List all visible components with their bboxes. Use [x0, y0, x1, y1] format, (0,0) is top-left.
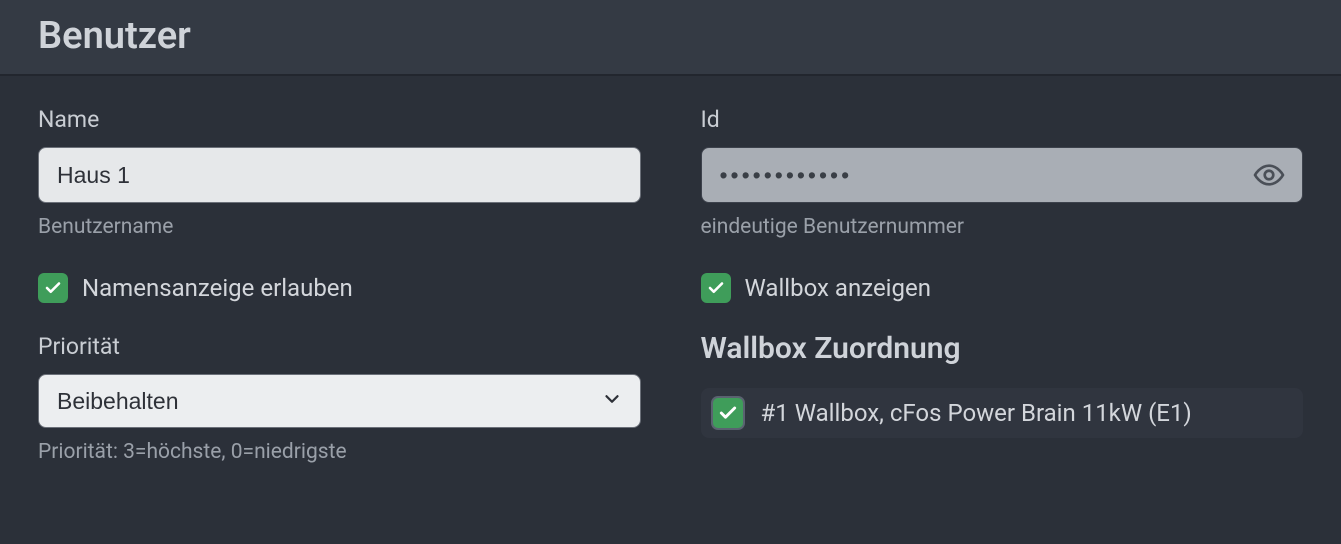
- id-input[interactable]: [701, 147, 1304, 203]
- id-helper: eindeutige Benutzernummer: [701, 215, 1304, 239]
- show-wallbox-row: Wallbox anzeigen: [701, 273, 1304, 303]
- id-input-wrap: [701, 147, 1304, 203]
- name-helper: Benutzername: [38, 215, 641, 239]
- priority-select-wrap: Beibehalten: [38, 374, 641, 428]
- show-wallbox-checkbox[interactable]: [701, 273, 731, 303]
- reveal-id-button[interactable]: [1249, 155, 1289, 195]
- left-column: Name Benutzername Namensanzeige erlauben…: [38, 106, 641, 464]
- wallbox-assignment-title: Wallbox Zuordnung: [701, 331, 1304, 366]
- form-body: Name Benutzername Namensanzeige erlauben…: [0, 76, 1341, 464]
- wallbox-assignment-checkbox[interactable]: [711, 396, 745, 430]
- name-input[interactable]: [38, 147, 641, 203]
- name-label: Name: [38, 106, 641, 133]
- eye-icon: [1253, 159, 1285, 191]
- name-field-group: Name Benutzername: [38, 106, 641, 239]
- priority-field-group: Priorität Beibehalten Priorität: 3=höchs…: [38, 333, 641, 464]
- wallbox-assignment-label: #1 Wallbox, cFos Power Brain 11kW (E1): [761, 399, 1192, 427]
- page-title: Benutzer: [38, 14, 1303, 58]
- priority-label: Priorität: [38, 333, 641, 360]
- right-column: Id eindeutige Benutzernummer Wallbox anz…: [701, 106, 1304, 464]
- priority-select[interactable]: Beibehalten: [38, 374, 641, 428]
- check-icon: [718, 403, 738, 423]
- allow-name-display-row: Namensanzeige erlauben: [38, 273, 641, 303]
- id-label: Id: [701, 106, 1304, 133]
- allow-name-display-checkbox[interactable]: [38, 273, 68, 303]
- priority-helper: Priorität: 3=höchste, 0=niedrigste: [38, 440, 641, 464]
- show-wallbox-label: Wallbox anzeigen: [745, 274, 931, 302]
- check-icon: [707, 279, 725, 297]
- wallbox-assignment-row: #1 Wallbox, cFos Power Brain 11kW (E1): [701, 388, 1304, 438]
- allow-name-display-label: Namensanzeige erlauben: [82, 274, 353, 302]
- check-icon: [44, 279, 62, 297]
- panel-header: Benutzer: [0, 0, 1341, 76]
- id-field-group: Id eindeutige Benutzernummer: [701, 106, 1304, 239]
